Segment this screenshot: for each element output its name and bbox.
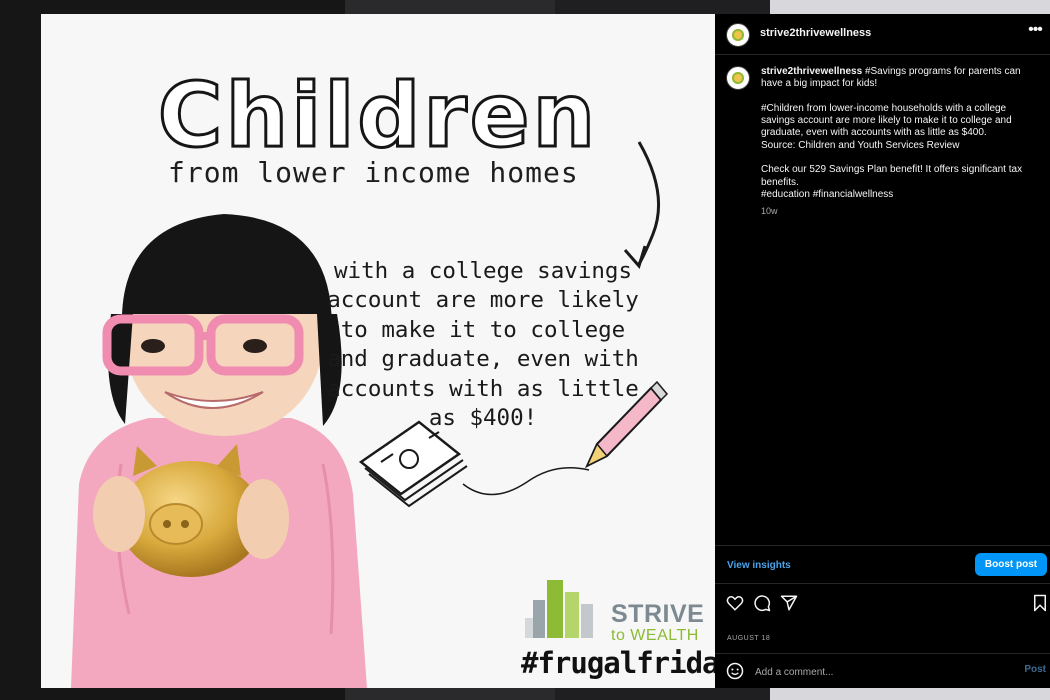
caption-line: Source: Children and Youth Services Revi… <box>761 139 960 151</box>
caption-timestamp: 10w <box>761 206 778 216</box>
caption-line: Check our 529 Savings Plan benefit! It o… <box>761 164 1023 188</box>
post-date: AUGUST 18 <box>727 635 771 642</box>
boost-post-button[interactable]: Boost post <box>975 553 1047 576</box>
logo-text-wealth: to WEALTH <box>611 627 699 644</box>
view-insights-link[interactable]: View insights <box>727 560 791 571</box>
avatar[interactable] <box>726 66 750 90</box>
caption-username[interactable]: strive2thrivewellness <box>761 66 862 77</box>
bookmark-icon[interactable] <box>1031 594 1049 612</box>
post-subhead: from lower income homes <box>168 156 579 189</box>
header-username[interactable]: strive2thrivewellness <box>760 27 871 39</box>
post-caption: strive2thrivewellness #Savings programs … <box>761 66 1041 201</box>
comment-bar: Post <box>715 653 1050 689</box>
more-icon[interactable]: ••• <box>1026 22 1044 42</box>
caption-hashtags[interactable]: #education #financialwellness <box>761 189 1041 201</box>
caption-line: #Children from lower-income households w… <box>761 102 1012 139</box>
post-comment-button[interactable]: Post <box>1024 664 1046 675</box>
logo-text-strive: STRIVE <box>611 600 705 628</box>
heart-icon[interactable] <box>726 594 744 612</box>
post-body-text: with a college savings account are more … <box>327 258 639 432</box>
insights-bar: View insights Boost post <box>715 545 1050 584</box>
post-hashtag: #frugalfriday <box>521 646 715 680</box>
building-logo-icon <box>525 580 593 638</box>
comment-icon[interactable] <box>753 594 771 612</box>
panel-header: strive2thrivewellness ••• <box>715 14 1050 55</box>
comment-input[interactable] <box>753 662 997 682</box>
post-side-panel: strive2thrivewellness ••• strive2thrivew… <box>715 14 1050 688</box>
share-icon[interactable] <box>780 594 798 612</box>
post-image[interactable]: Children from lower income homes with a … <box>41 14 715 688</box>
action-bar: AUGUST 18 <box>715 583 1050 654</box>
post-headline: Children <box>156 64 599 167</box>
emoji-icon[interactable] <box>726 662 744 680</box>
avatar[interactable] <box>726 23 750 47</box>
